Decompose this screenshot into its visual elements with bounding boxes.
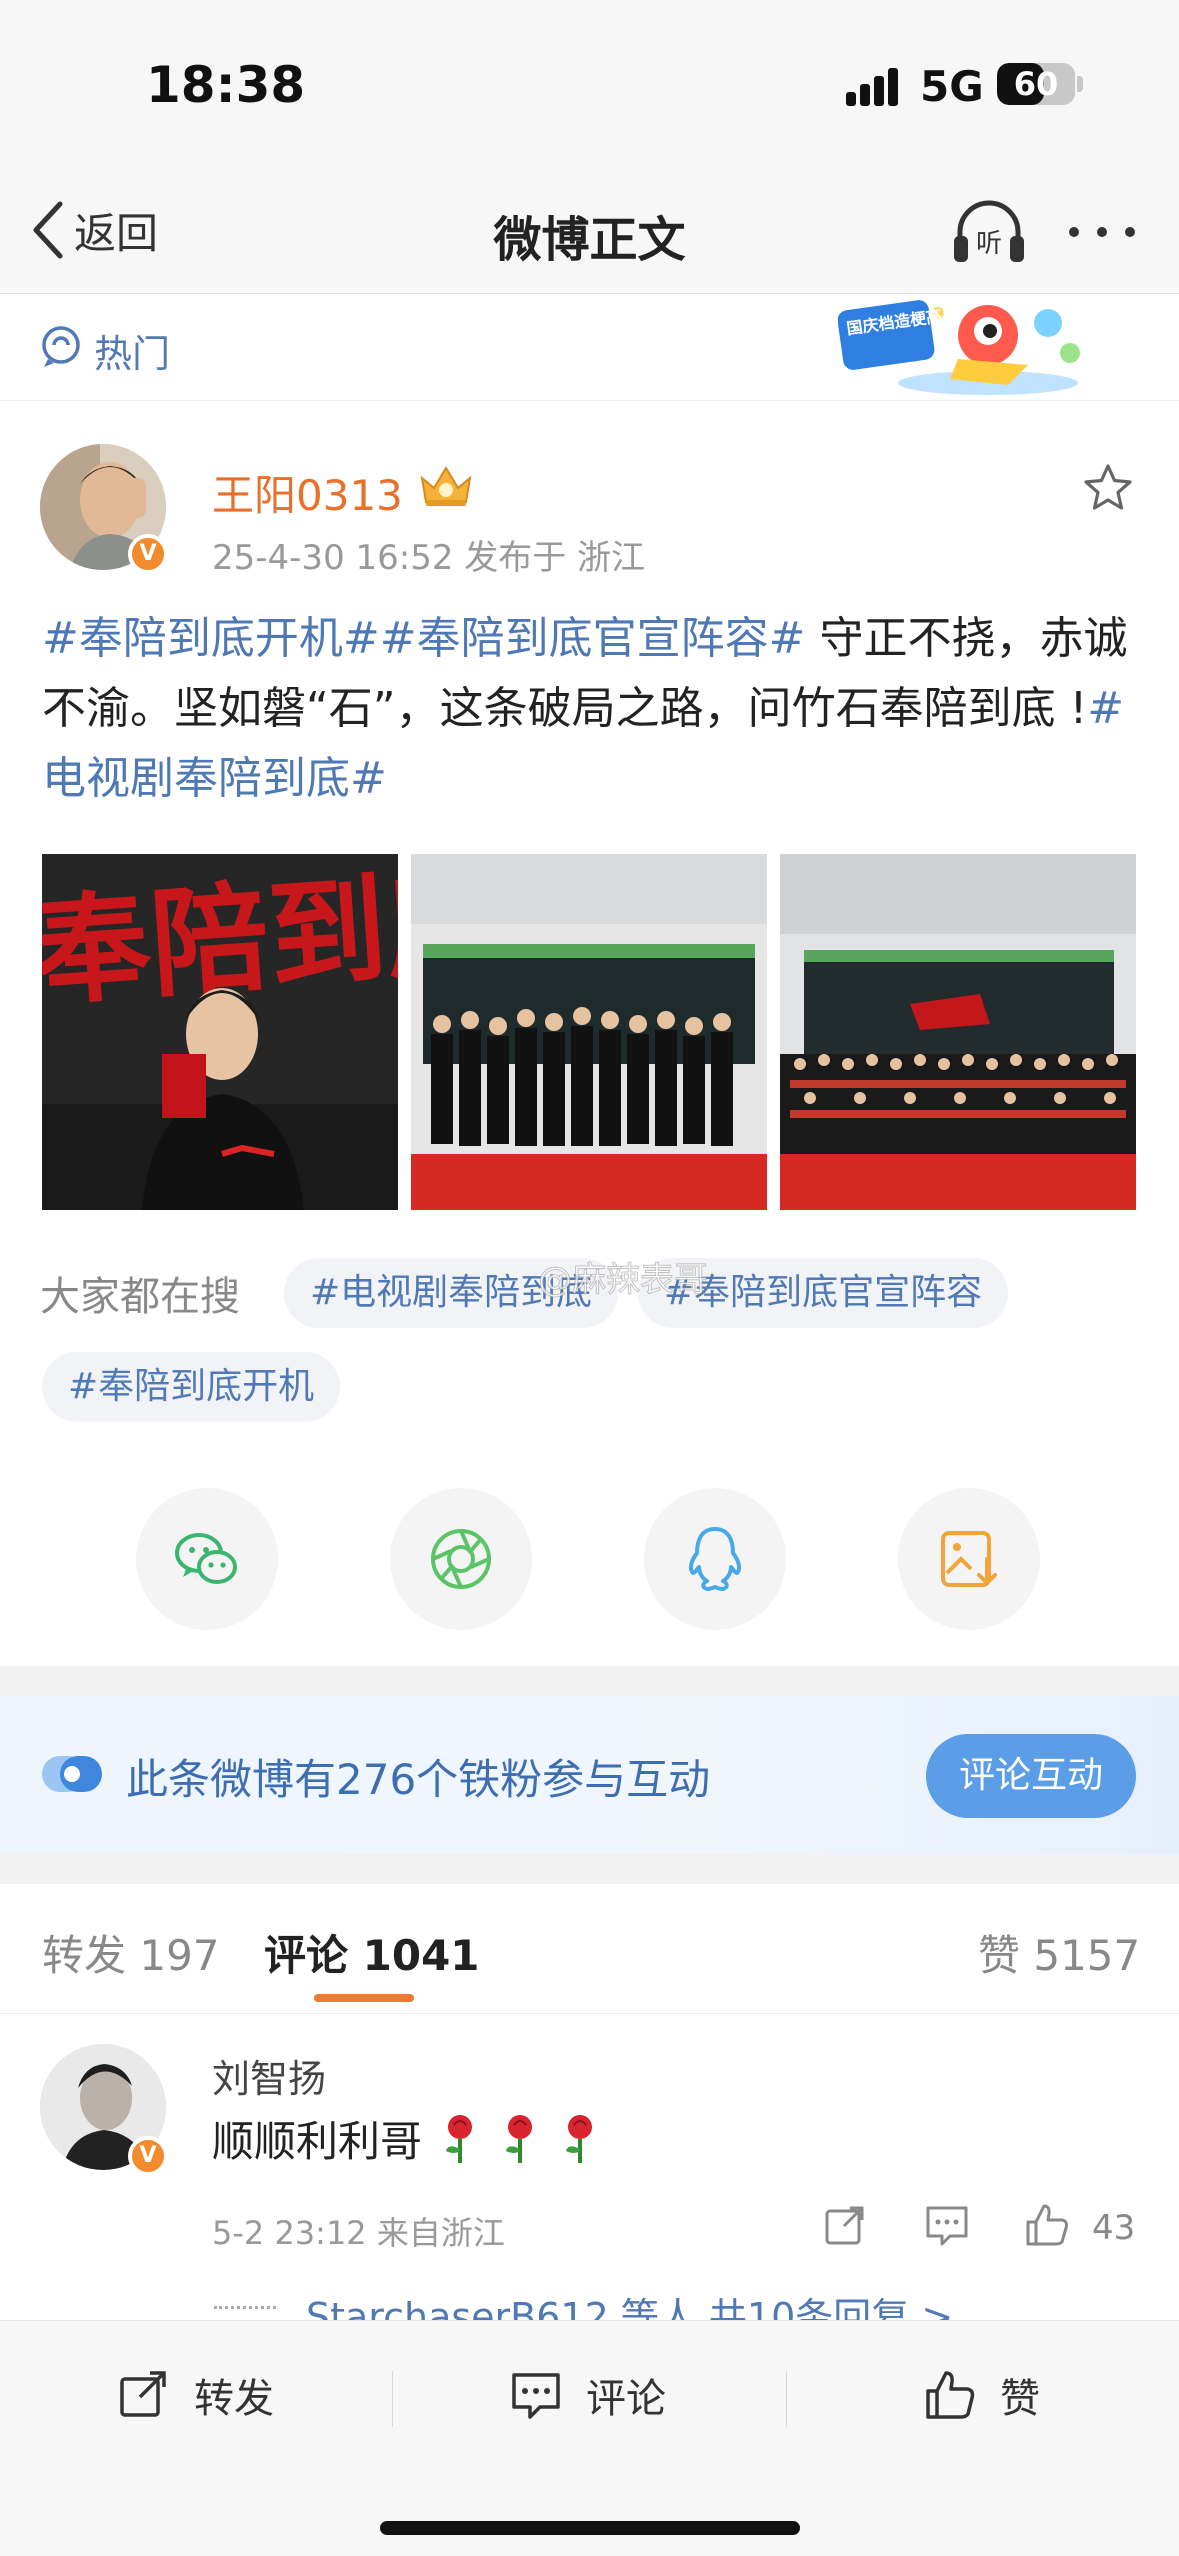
- tab-repost[interactable]: 转发 197: [42, 1922, 220, 1983]
- verified-badge: V: [128, 2136, 168, 2176]
- comment-share-icon[interactable]: [822, 2202, 868, 2248]
- fans-text: 此条微博有276个铁粉参与互动: [126, 1755, 711, 1804]
- vip-crown-icon: [420, 466, 472, 506]
- favorite-star-icon[interactable]: [1082, 462, 1134, 514]
- fans-icon: [42, 1756, 102, 1792]
- comment-body: 顺顺利利哥: [212, 2117, 423, 2166]
- cast-group-photo: [411, 854, 767, 1210]
- status-bar: 18:38 5G 60: [0, 0, 1179, 170]
- toolbar-divider: [786, 2371, 787, 2427]
- rose-emoji-icon: [446, 2114, 473, 2163]
- search-chip[interactable]: #奉陪到底开机: [42, 1352, 341, 1422]
- more-icon[interactable]: [1066, 222, 1138, 242]
- comment-icon: [512, 2373, 560, 2419]
- repost-icon: [120, 2371, 166, 2417]
- hot-link[interactable]: 热门: [94, 323, 170, 378]
- hashtag-link[interactable]: #奉陪到底官宣阵容#: [380, 613, 806, 664]
- commenter-name[interactable]: 刘智扬: [212, 2048, 326, 2103]
- comment-button[interactable]: 评论: [510, 2367, 666, 2423]
- repost-label: 转发: [194, 2376, 274, 2422]
- rose-emoji-icon: [506, 2114, 533, 2163]
- listen-button[interactable]: 听: [950, 196, 1028, 266]
- active-tab-indicator: [314, 1994, 414, 2002]
- interaction-tabs: 转发 197 评论 1041 赞 5157: [0, 1884, 1179, 2014]
- post-image-1[interactable]: 奉陪到底: [42, 854, 398, 1210]
- comment-like-count: 43: [1092, 2208, 1136, 2248]
- home-indicator: [380, 2521, 800, 2535]
- promo-banner[interactable]: 国庆档造梗高手: [838, 295, 1098, 401]
- hot-bar: 热门 国庆档造梗高手: [0, 295, 1179, 401]
- share-moments-button[interactable]: [390, 1488, 532, 1630]
- post-meta: 25-4-30 16:52 发布于 浙江: [212, 538, 646, 578]
- battery-level: 60: [1013, 65, 1059, 103]
- network-type: 5G: [920, 62, 984, 111]
- rose-emoji-icon: [566, 2114, 593, 2163]
- hot-topic-icon: [42, 326, 80, 367]
- save-image-icon: [941, 1531, 997, 1587]
- moments-icon: [431, 1529, 491, 1589]
- verified-badge: V: [128, 534, 168, 574]
- comment-like-icon[interactable]: [1024, 2202, 1070, 2248]
- battery-cap: [1077, 76, 1083, 92]
- crew-group-photo: [780, 854, 1136, 1210]
- qq-icon: [688, 1527, 742, 1591]
- wechat-icon: [175, 1533, 237, 1584]
- listen-label: 听: [976, 229, 1002, 259]
- comment-meta: 5-2 23:12 来自浙江: [212, 2214, 505, 2252]
- search-label: 大家都在搜: [40, 1274, 240, 1320]
- share-wechat-button[interactable]: [136, 1488, 278, 1630]
- toolbar-divider: [392, 2371, 393, 2427]
- bottom-toolbar: 转发 评论 赞: [0, 2320, 1179, 2556]
- signal-icon: [846, 66, 906, 106]
- nav-bar: 返回 微博正文 听: [0, 170, 1179, 294]
- reply-dots: [214, 2306, 276, 2312]
- headphones-icon: 听: [954, 200, 1024, 262]
- watermark: @麻辣表哥: [538, 1260, 709, 1301]
- post-text: #奉陪到底开机##奉陪到底官宣阵容# 守正不挠，赤诚不渝。坚如磐“石”，这条破局…: [42, 604, 1142, 814]
- hashtag-link[interactable]: #奉陪到底开机#: [42, 613, 380, 664]
- author-name[interactable]: 王阳0313: [212, 462, 403, 523]
- tab-comment[interactable]: 评论 1041: [264, 1922, 480, 1983]
- save-image-button[interactable]: [898, 1488, 1040, 1630]
- comment-label: 评论: [586, 2376, 666, 2422]
- like-icon: [926, 2371, 975, 2419]
- comment-text: 顺顺利利哥: [212, 2108, 602, 2169]
- post-image-3[interactable]: [780, 854, 1136, 1210]
- battery-icon: 60: [997, 63, 1075, 105]
- like-label: 赞: [1000, 2376, 1040, 2422]
- post-image-2[interactable]: [411, 854, 767, 1210]
- status-time: 18:38: [146, 56, 306, 114]
- comment-interact-button[interactable]: 评论互动: [926, 1734, 1136, 1818]
- section-divider: [0, 1854, 1179, 1884]
- repost-button[interactable]: 转发: [118, 2367, 274, 2423]
- section-divider: [0, 1666, 1179, 1696]
- tab-like[interactable]: 赞 5157: [978, 1922, 1140, 1983]
- fans-banner: 此条微博有276个铁粉参与互动 评论互动: [0, 1696, 1179, 1854]
- actor-photo: 奉陪到底: [42, 854, 398, 1210]
- comment-reply-icon[interactable]: [924, 2202, 970, 2248]
- like-button[interactable]: 赞: [924, 2367, 1040, 2423]
- share-qq-button[interactable]: [644, 1488, 786, 1630]
